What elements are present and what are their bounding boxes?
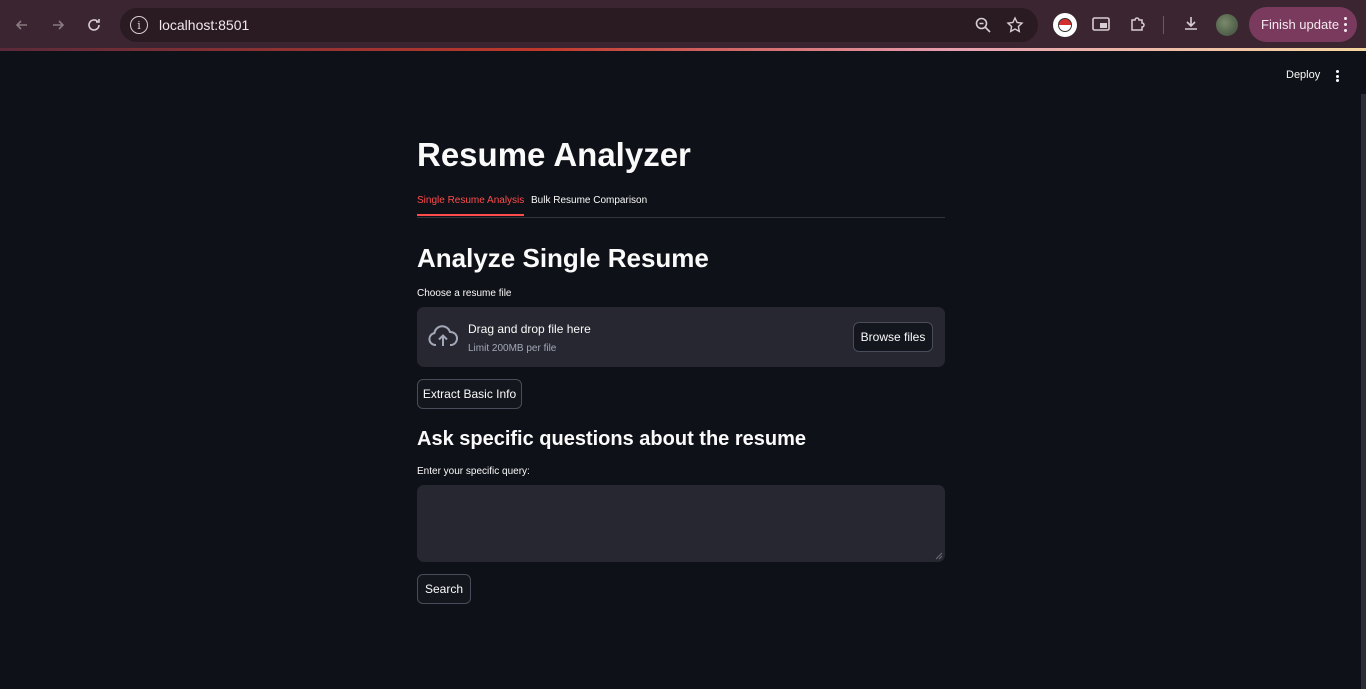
search-button[interactable]: Search <box>417 574 471 604</box>
tab-bar: Single Resume Analysis Bulk Resume Compa… <box>417 192 945 218</box>
address-bar[interactable]: i localhost:8501 <box>120 8 1038 42</box>
app-menu-icon[interactable] <box>1332 68 1342 84</box>
toolbar-divider <box>1163 16 1164 34</box>
query-textarea[interactable] <box>417 485 945 562</box>
deploy-button[interactable]: Deploy <box>1277 66 1329 86</box>
page-title: Resume Analyzer <box>417 136 691 173</box>
file-limit-text: Limit 200MB per file <box>468 343 557 354</box>
extract-basic-info-button[interactable]: Extract Basic Info <box>417 379 522 409</box>
file-dropzone[interactable]: Drag and drop file here Limit 200MB per … <box>417 307 945 367</box>
browser-menu-icon <box>1343 17 1347 32</box>
profile-avatar[interactable] <box>1216 14 1238 36</box>
reload-icon[interactable] <box>81 12 107 38</box>
extensions-puzzle-icon[interactable] <box>1128 14 1148 34</box>
finish-update-button[interactable]: Finish update <box>1249 7 1357 42</box>
scrollbar[interactable] <box>1361 94 1366 689</box>
pokeball-extension-icon[interactable] <box>1053 13 1077 37</box>
browser-toolbar: i localhost:8501 Finish update <box>0 0 1366 49</box>
cloud-upload-icon <box>428 325 458 346</box>
uploader-label: Choose a resume file <box>417 288 512 299</box>
back-icon[interactable] <box>9 12 35 38</box>
download-icon[interactable] <box>1181 14 1201 34</box>
query-section-heading: Ask specific questions about the resume <box>417 428 806 450</box>
browse-files-button[interactable]: Browse files <box>853 322 933 352</box>
section-heading: Analyze Single Resume <box>417 243 709 273</box>
tab-bulk-resume-comparison[interactable]: Bulk Resume Comparison <box>531 195 647 206</box>
tab-single-resume-analysis[interactable]: Single Resume Analysis <box>417 195 525 216</box>
drag-drop-text: Drag and drop file here <box>468 322 591 336</box>
bookmark-star-icon[interactable] <box>1006 16 1024 34</box>
resize-grip-icon[interactable] <box>935 552 943 560</box>
url-text[interactable]: localhost:8501 <box>159 17 249 33</box>
query-label: Enter your specific query: <box>417 466 530 477</box>
zoom-icon[interactable] <box>974 16 992 34</box>
picture-in-picture-icon[interactable] <box>1091 14 1111 34</box>
forward-icon[interactable] <box>45 12 71 38</box>
toolbar-accent-line <box>0 48 1366 51</box>
finish-update-label: Finish update <box>1261 17 1340 32</box>
site-info-icon[interactable]: i <box>130 16 148 34</box>
